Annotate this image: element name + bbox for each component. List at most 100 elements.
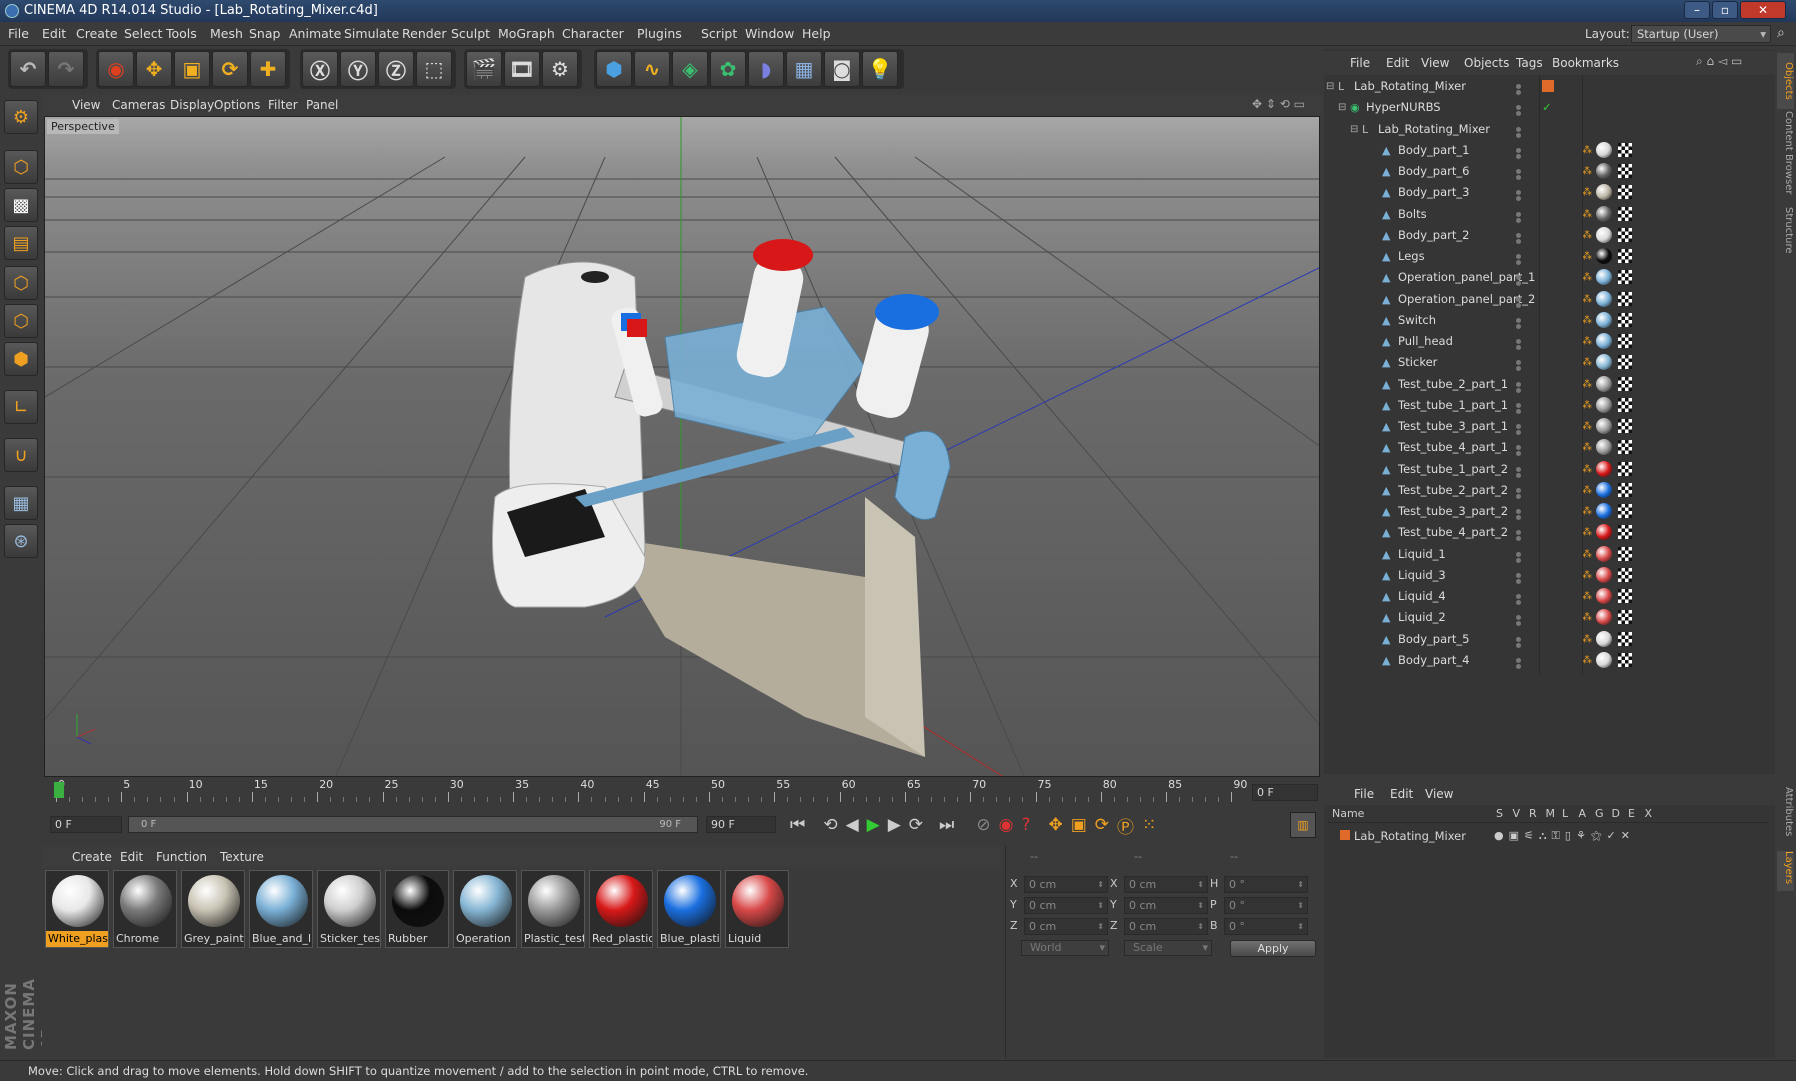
model-mode-icon[interactable]: ⬡ [4, 150, 38, 184]
texture-tag-icon[interactable] [1618, 355, 1632, 370]
structure-tab[interactable]: Structure [1777, 207, 1794, 263]
render-visibility-dot[interactable] [1516, 366, 1521, 372]
menu-item-character[interactable]: Character [562, 22, 624, 46]
point-level-key-icon[interactable]: ⁙ [1142, 815, 1156, 835]
object-row[interactable]: ◉ ⊟ HyperNURBS ✓ [1328, 97, 1768, 118]
object-row[interactable]: ▲ Operation_panel_part_1 ⁂ [1328, 267, 1768, 288]
size-mode-dropdown[interactable]: Scale ▾ [1124, 940, 1212, 956]
objects-tab[interactable]: Objects [1777, 53, 1794, 109]
viewport-menu-cameras[interactable]: Cameras [112, 94, 165, 116]
current-frame-field[interactable]: 0 F [1252, 784, 1318, 801]
render-visibility-dot[interactable] [1516, 600, 1521, 605]
material-swatch[interactable]: Blue_and_l [249, 870, 313, 948]
redo-icon[interactable]: ↷ [48, 51, 84, 87]
render-picture-viewer-icon[interactable]: 🎞 [504, 51, 540, 87]
material-swatch[interactable]: Rubber [385, 870, 449, 948]
menu-item-tools[interactable]: Tools [166, 22, 197, 46]
object-row[interactable]: ▲ Body_part_2 ⁂ [1328, 225, 1768, 246]
array-icon[interactable]: ✿ [710, 51, 746, 87]
workplane-mode-icon[interactable]: ▤ [4, 226, 38, 260]
deformer-icon[interactable]: ◗ [748, 51, 784, 87]
phong-tag-icon[interactable]: ⁂ [1582, 374, 1592, 395]
apply-button[interactable]: Apply [1230, 940, 1316, 957]
editor-visibility-dot[interactable] [1516, 466, 1521, 472]
viewport-menu-panel[interactable]: Panel [306, 94, 338, 116]
phong-tag-icon[interactable]: ⁂ [1582, 395, 1592, 416]
render-visibility-dot[interactable] [1516, 472, 1521, 478]
object-row[interactable]: ▲ Test_tube_1_part_2 ⁂ [1328, 459, 1768, 480]
material-tag-icon[interactable] [1596, 184, 1612, 201]
render-visibility-dot[interactable] [1516, 175, 1521, 180]
editor-visibility-dot[interactable] [1516, 572, 1521, 578]
layer-toggle-icons[interactable]: ●▣⚟⛬⚿▯⚘⚝✓✕ [1494, 829, 1635, 843]
material-tag-icon[interactable] [1596, 609, 1612, 626]
editor-visibility-dot[interactable] [1516, 296, 1521, 302]
texture-tag-icon[interactable] [1618, 291, 1632, 306]
material-tag-icon[interactable] [1596, 439, 1612, 456]
phong-tag-icon[interactable]: ⁂ [1582, 586, 1592, 607]
editor-visibility-dot[interactable] [1516, 211, 1521, 217]
material-tag-icon[interactable] [1596, 396, 1612, 413]
render-visibility-dot[interactable] [1516, 323, 1521, 329]
material-tag-icon[interactable] [1596, 163, 1612, 179]
editor-visibility-dot[interactable] [1516, 445, 1521, 451]
phong-tag-icon[interactable]: ⁂ [1582, 480, 1592, 501]
editor-visibility-dot[interactable] [1516, 254, 1521, 259]
timeline-window-icon[interactable]: ▥ [1290, 812, 1316, 838]
editor-visibility-dot[interactable] [1516, 126, 1521, 132]
material-tag-icon[interactable] [1596, 545, 1612, 562]
recent-tool-icon[interactable]: ✚ [250, 51, 286, 87]
editor-visibility-dot[interactable] [1516, 105, 1521, 111]
render-visibility-dot[interactable] [1516, 345, 1521, 350]
object-row[interactable]: ▲ Test_tube_2_part_2 ⁂ [1328, 480, 1768, 501]
material-tag-icon[interactable] [1596, 226, 1612, 243]
object-row[interactable]: L ⊟ Lab_Rotating_Mixer [1328, 119, 1768, 140]
editor-visibility-dot[interactable] [1516, 360, 1521, 366]
make-editable-icon[interactable]: ⚙ [4, 100, 38, 134]
menu-item-simulate[interactable]: Simulate [344, 22, 399, 46]
close-button[interactable]: ✕ [1740, 1, 1786, 19]
layer-menu-edit[interactable]: Edit [1390, 783, 1413, 805]
texture-tag-icon[interactable] [1618, 525, 1632, 540]
texture-mode-icon[interactable]: ▩ [4, 188, 38, 222]
content-browser-tab[interactable]: Content Browser [1777, 111, 1794, 201]
previous-frame-icon[interactable]: ◀ [846, 815, 859, 835]
render-visibility-dot[interactable] [1516, 642, 1521, 648]
texture-tag-icon[interactable] [1618, 589, 1632, 603]
texture-tag-icon[interactable] [1618, 270, 1632, 285]
phong-tag-icon[interactable]: ⁂ [1582, 267, 1592, 288]
material-tag-icon[interactable] [1596, 248, 1612, 264]
editor-visibility-dot[interactable] [1516, 147, 1521, 153]
object-row[interactable]: ▲ Body_part_5 ⁂ [1328, 629, 1768, 650]
render-visibility-dot[interactable] [1516, 408, 1521, 414]
phong-tag-icon[interactable]: ⁂ [1582, 522, 1592, 543]
material-swatch[interactable]: Blue_plasti [657, 870, 721, 948]
rotation-key-icon[interactable]: ⟳ [1095, 815, 1109, 835]
render-visibility-dot[interactable] [1516, 153, 1521, 159]
texture-tag-icon[interactable] [1618, 185, 1632, 200]
texture-tag-icon[interactable] [1618, 376, 1632, 391]
texture-tag-icon[interactable] [1618, 206, 1632, 221]
object-row[interactable]: ▲ Test_tube_4_part_2 ⁂ [1328, 522, 1768, 543]
tree-collapse-icon[interactable]: ⊟ [1338, 97, 1346, 118]
menu-item-sculpt[interactable]: Sculpt [451, 22, 490, 46]
spline-icon[interactable]: ∿ [634, 51, 670, 87]
light-icon[interactable]: 💡 [862, 51, 898, 87]
material-tag-icon[interactable] [1596, 290, 1612, 307]
object-row[interactable]: ▲ Liquid_1 ⁂ [1328, 544, 1768, 565]
editor-visibility-dot[interactable] [1516, 84, 1521, 89]
object-row[interactable]: ▲ Legs ⁂ [1328, 246, 1768, 267]
tree-collapse-icon[interactable]: ⊟ [1326, 76, 1334, 97]
phong-tag-icon[interactable]: ⁂ [1582, 501, 1592, 522]
material-tag-icon[interactable] [1596, 503, 1612, 519]
material-swatch[interactable]: Red_plastic [589, 870, 653, 948]
material-swatch[interactable]: Operation [453, 870, 517, 948]
render-visibility-dot[interactable] [1516, 663, 1521, 669]
search-icon[interactable]: ⌕ [1777, 25, 1785, 41]
texture-tag-icon[interactable] [1618, 164, 1632, 178]
editor-visibility-dot[interactable] [1516, 381, 1521, 387]
menu-item-script[interactable]: Script [701, 22, 737, 46]
texture-tag-icon[interactable] [1618, 610, 1632, 625]
coord-field[interactable]: 0 cm ⬍ [1124, 918, 1208, 935]
coord-field[interactable]: 0 ° ⬍ [1224, 897, 1308, 914]
